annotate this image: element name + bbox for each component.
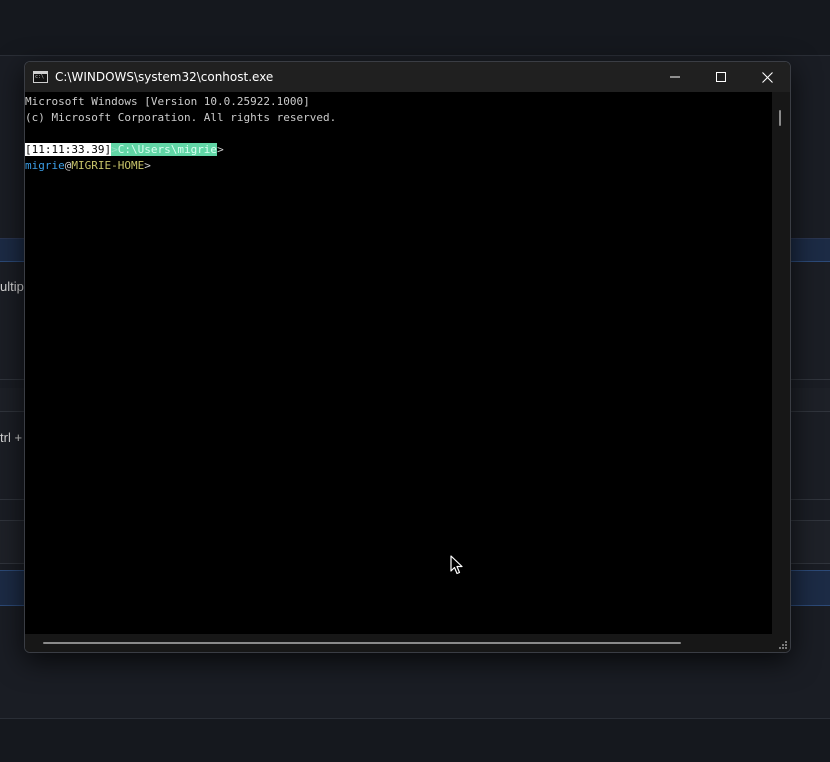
console-line-version: Microsoft Windows [Version 10.0.25922.10… <box>25 95 310 108</box>
mouse-cursor-icon <box>450 555 463 575</box>
background-partial-text: ultip <box>0 279 24 294</box>
prompt-host: MIGRIE-HOME <box>71 159 145 172</box>
minimize-icon <box>670 76 680 78</box>
prompt-path: C:\Users\migrie <box>117 143 218 156</box>
background-header <box>0 0 830 56</box>
console-line-copyright: (c) Microsoft Corporation. All rights re… <box>25 111 337 124</box>
prompt-user: migrie <box>25 159 65 172</box>
background-partial-text: trl + <box>0 430 23 445</box>
vertical-scroll-thumb[interactable] <box>779 110 781 126</box>
background-footer <box>0 718 830 762</box>
console-app-icon[interactable] <box>33 71 48 83</box>
close-button[interactable] <box>744 62 790 92</box>
horizontal-scrollbar[interactable] <box>25 634 774 652</box>
maximize-button[interactable] <box>698 62 744 92</box>
close-icon <box>761 71 773 83</box>
window-title: C:\WINDOWS\system32\conhost.exe <box>55 70 274 84</box>
console-prompt-line: [11:11:33.39]>C:\Users\migrie> <box>25 142 224 158</box>
console-window[interactable]: C:\WINDOWS\system32\conhost.exe Microsof… <box>24 61 791 653</box>
minimize-button[interactable] <box>652 62 698 92</box>
resize-grip-icon <box>779 641 787 649</box>
horizontal-scroll-thumb[interactable] <box>43 642 681 644</box>
maximize-icon <box>716 72 726 82</box>
prompt-path-lead: > <box>111 143 118 156</box>
prompt-timestamp: [11:11:33.39] <box>25 143 112 156</box>
prompt-path-tail: > <box>217 143 224 156</box>
title-bar[interactable]: C:\WINDOWS\system32\conhost.exe <box>25 62 790 92</box>
prompt-path-segment: >C:\Users\migrie <box>111 143 218 156</box>
console-prompt-user-line[interactable]: migrie@MIGRIE-HOME> <box>25 158 151 174</box>
prompt-end: > <box>144 159 151 172</box>
vertical-scrollbar[interactable] <box>772 92 790 636</box>
console-output[interactable]: Microsoft Windows [Version 10.0.25922.10… <box>25 92 774 636</box>
resize-grip[interactable] <box>772 634 790 652</box>
